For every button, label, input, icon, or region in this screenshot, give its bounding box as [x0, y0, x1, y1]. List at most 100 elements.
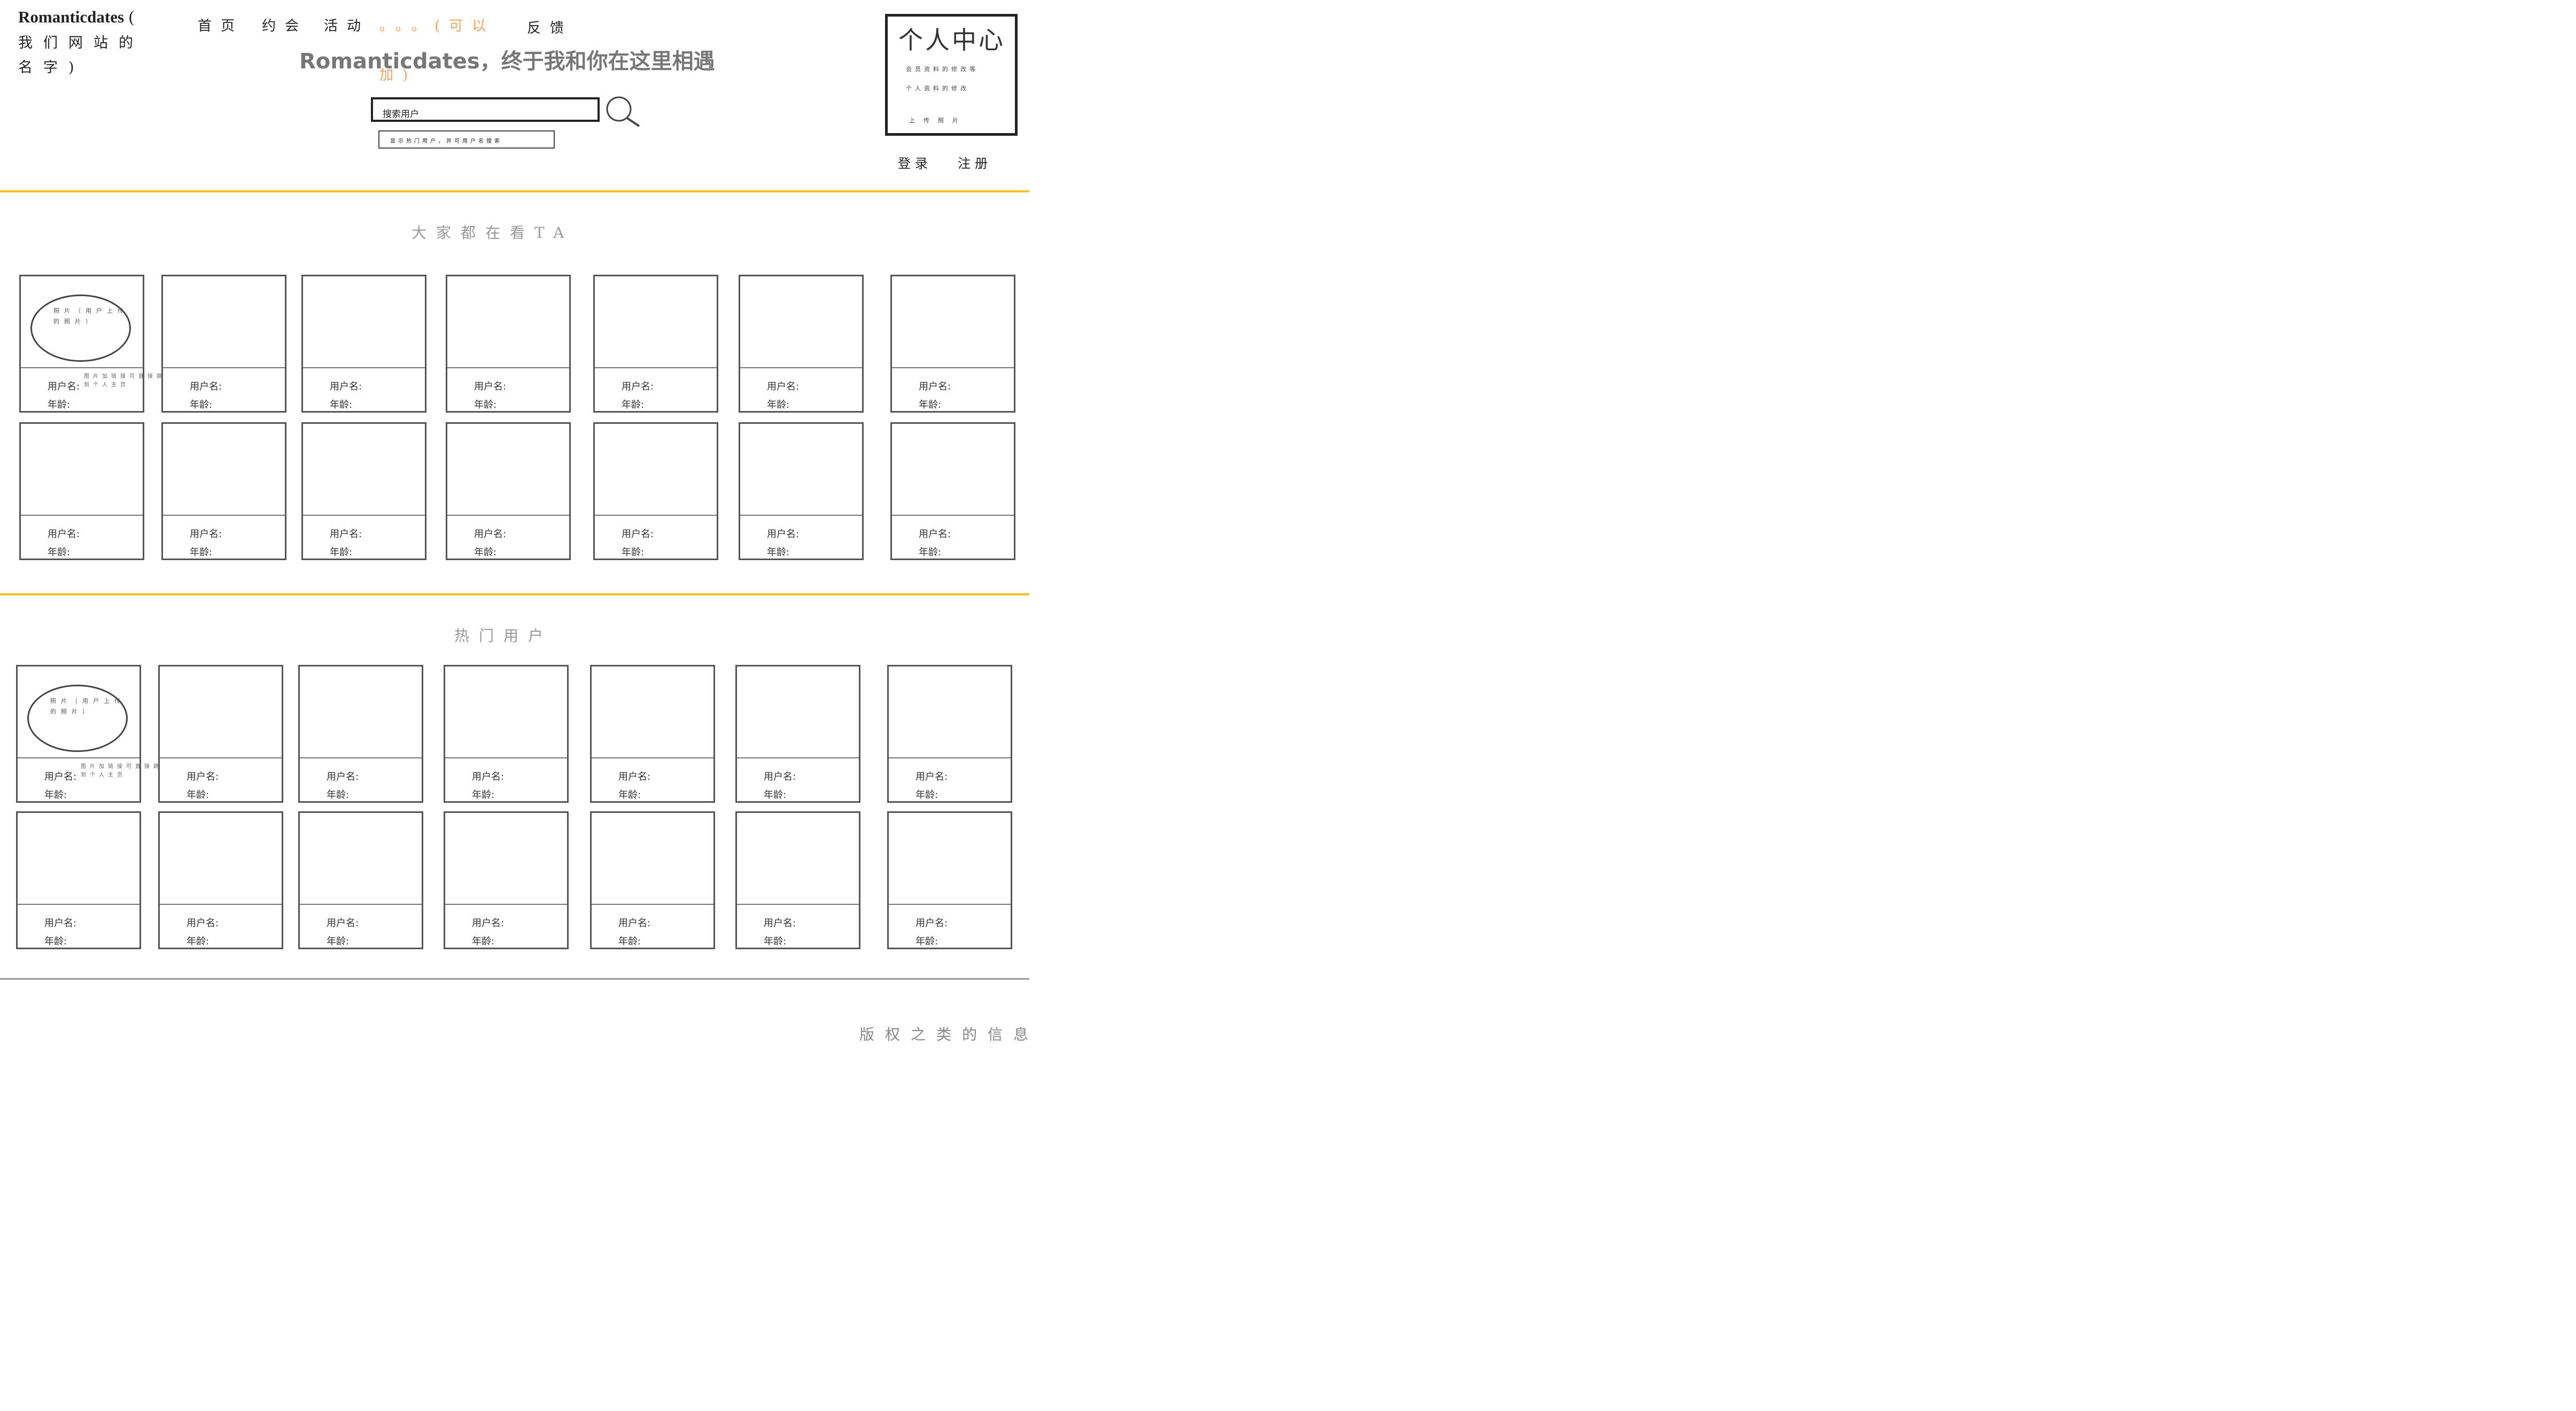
- user-card[interactable]: 用户名: 年龄:: [887, 665, 1012, 803]
- search-hint: 显示热门用户，并可用户名搜索: [378, 130, 555, 149]
- username-label: 用户名:: [764, 771, 796, 782]
- profile-panel[interactable]: 个人中心 会员资料的修改等 个人资料的修改 上传照片: [885, 14, 1018, 136]
- username-label: 用户名:: [915, 918, 948, 929]
- user-photo[interactable]: [740, 276, 862, 368]
- user-card[interactable]: 用户名: 年龄:: [298, 665, 423, 803]
- section-title-popular: 热门用户: [454, 627, 553, 645]
- user-photo[interactable]: [163, 276, 285, 368]
- age-label: 年龄:: [327, 936, 350, 947]
- user-photo[interactable]: [892, 276, 1014, 368]
- username-label: 用户名:: [190, 381, 222, 392]
- user-photo[interactable]: [889, 813, 1011, 905]
- nav-dating[interactable]: 约会: [262, 15, 308, 35]
- username-label: 用户名:: [919, 529, 951, 540]
- brand-subtitle: 我们网站的名字): [18, 35, 144, 76]
- user-card[interactable]: 用户名: 年龄:: [890, 422, 1015, 560]
- user-card[interactable]: 照片（用户上传的照片） 图片加链接可直接跳转到个人主页 用户名: 年龄:: [16, 665, 168, 803]
- user-card[interactable]: 用户名: 年龄:: [301, 275, 426, 413]
- nav-feedback[interactable]: 反馈: [527, 17, 573, 37]
- user-card[interactable]: 用户名: 年龄:: [590, 665, 715, 803]
- age-label: 年龄:: [474, 547, 497, 558]
- nav-more[interactable]: 。。。(可以: [379, 15, 495, 35]
- user-photo[interactable]: [447, 424, 569, 516]
- user-card[interactable]: 用户名: 年龄:: [593, 275, 718, 413]
- age-label: 年龄:: [915, 936, 938, 947]
- login-link[interactable]: 登录: [898, 153, 932, 172]
- footer-divider: [0, 978, 1029, 980]
- age-label: 年龄:: [190, 399, 213, 410]
- user-photo[interactable]: [445, 813, 567, 905]
- user-photo[interactable]: [21, 424, 143, 516]
- user-photo[interactable]: [303, 424, 425, 516]
- username-label: 用户名:: [187, 918, 219, 929]
- user-photo[interactable]: [595, 276, 717, 368]
- user-card[interactable]: 用户名: 年龄:: [446, 422, 571, 560]
- header-divider: [0, 190, 1029, 192]
- user-card[interactable]: 用户名: 年龄:: [446, 275, 571, 413]
- username-label: 用户名:: [915, 771, 948, 782]
- user-card[interactable]: 用户名: 年龄:: [16, 811, 141, 949]
- user-photo[interactable]: [592, 666, 713, 758]
- username-label: 用户名:: [330, 529, 362, 540]
- photo-placeholder-oval: 照片（用户上传的照片）: [30, 294, 131, 362]
- register-link[interactable]: 注册: [958, 153, 992, 172]
- user-card[interactable]: 用户名: 年龄:: [887, 811, 1012, 949]
- age-label: 年龄:: [472, 936, 495, 947]
- username-label: 用户名:: [187, 771, 219, 782]
- user-photo[interactable]: [303, 276, 425, 368]
- nav-home[interactable]: 首页: [198, 15, 244, 35]
- user-card[interactable]: 用户名: 年龄:: [298, 811, 423, 949]
- user-photo[interactable]: [889, 666, 1011, 758]
- user-photo[interactable]: [160, 666, 282, 758]
- username-label: 用户名:: [48, 381, 80, 392]
- user-card[interactable]: 用户名: 年龄:: [19, 422, 144, 560]
- age-label: 年龄:: [330, 547, 353, 558]
- user-card[interactable]: 用户名: 年龄:: [593, 422, 718, 560]
- user-card[interactable]: 照片（用户上传的照片） 图片加链接可直接跳转到个人主页 用户名: 年龄:: [19, 275, 171, 413]
- age-label: 年龄:: [472, 789, 495, 801]
- brand-paren: (: [128, 9, 135, 27]
- user-photo[interactable]: [447, 276, 569, 368]
- user-photo[interactable]: [300, 666, 422, 758]
- user-photo[interactable]: [300, 813, 422, 905]
- user-card[interactable]: 用户名: 年龄:: [158, 811, 283, 949]
- age-label: 年龄:: [330, 399, 353, 410]
- user-card[interactable]: 用户名: 年龄:: [890, 275, 1015, 413]
- age-label: 年龄:: [474, 399, 497, 410]
- user-photo[interactable]: [740, 424, 862, 516]
- user-photo[interactable]: [592, 813, 713, 905]
- user-card[interactable]: 用户名: 年龄:: [161, 275, 286, 413]
- user-photo[interactable]: [445, 666, 567, 758]
- age-label: 年龄:: [187, 789, 210, 801]
- profile-line1: 会员资料的修改等: [906, 66, 979, 73]
- nav-events[interactable]: 活动: [324, 15, 370, 35]
- age-label: 年龄:: [48, 399, 71, 410]
- site-brand[interactable]: Romanticdates: [18, 7, 124, 27]
- username-label: 用户名:: [474, 381, 507, 392]
- user-photo[interactable]: [892, 424, 1014, 516]
- user-card[interactable]: 用户名: 年龄:: [735, 665, 860, 803]
- user-card[interactable]: 用户名: 年龄:: [590, 811, 715, 949]
- user-photo[interactable]: [18, 813, 139, 905]
- username-label: 用户名:: [618, 771, 651, 782]
- username-label: 用户名:: [472, 771, 505, 782]
- user-photo[interactable]: [737, 813, 859, 905]
- user-photo[interactable]: [737, 666, 859, 758]
- user-card[interactable]: 用户名: 年龄:: [739, 422, 864, 560]
- user-card[interactable]: 用户名: 年龄:: [444, 665, 569, 803]
- user-photo[interactable]: [163, 424, 285, 516]
- age-label: 年龄:: [622, 399, 645, 410]
- user-card[interactable]: 用户名: 年龄:: [158, 665, 283, 803]
- username-label: 用户名:: [474, 529, 507, 540]
- search-input[interactable]: 搜索用户: [371, 97, 600, 122]
- user-card[interactable]: 用户名: 年龄:: [739, 275, 864, 413]
- search-icon[interactable]: [605, 94, 642, 134]
- user-card[interactable]: 用户名: 年龄:: [301, 422, 426, 560]
- user-card[interactable]: 用户名: 年龄:: [444, 811, 569, 949]
- username-label: 用户名:: [764, 918, 796, 929]
- user-card[interactable]: 用户名: 年龄:: [161, 422, 286, 560]
- user-photo[interactable]: [160, 813, 282, 905]
- user-card[interactable]: 用户名: 年龄:: [735, 811, 860, 949]
- age-label: 年龄:: [44, 936, 67, 947]
- user-photo[interactable]: [595, 424, 717, 516]
